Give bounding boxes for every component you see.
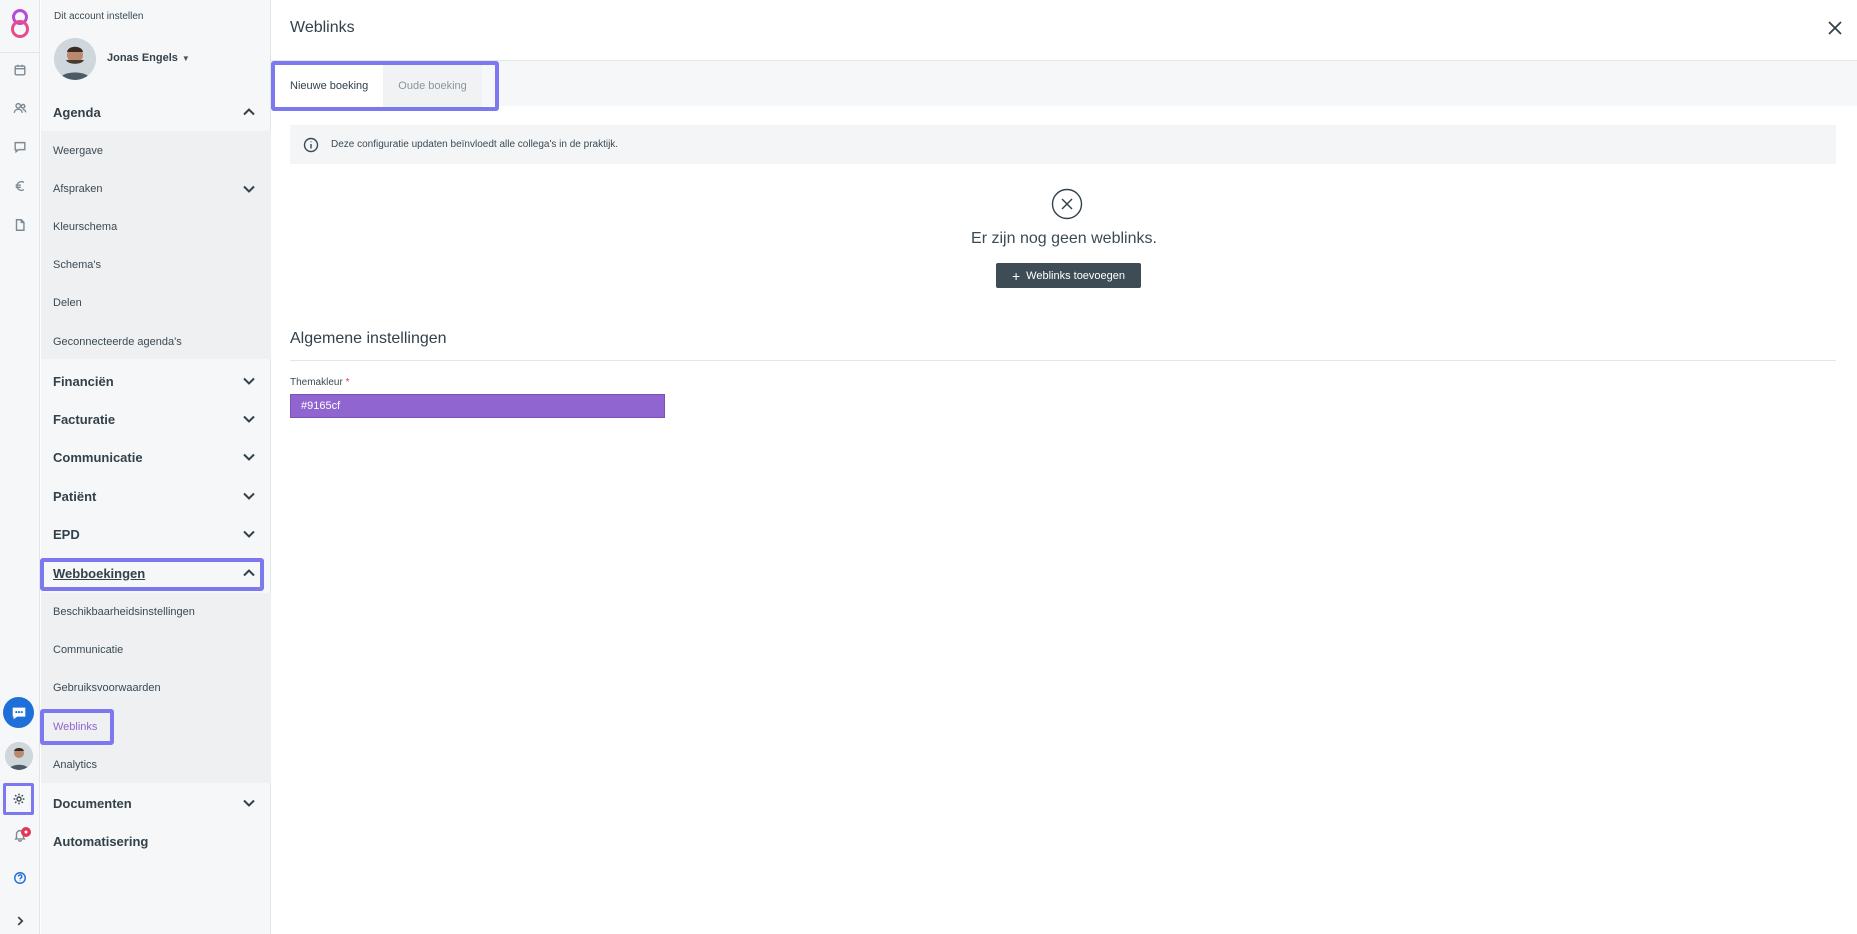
sidebar-item-kleurschema[interactable]: Kleurschema	[41, 208, 271, 246]
section-title: Algemene instellingen	[290, 330, 447, 347]
chevron-down-icon	[242, 374, 256, 388]
sidebar-item-analytics[interactable]: Analytics	[41, 746, 271, 784]
info-text: Deze configuratie updaten beïnvloedt all…	[331, 139, 619, 150]
tab-nieuwe-boeking[interactable]: Nieuwe boeking	[275, 65, 384, 107]
sidebar-section-label: Communicatie	[53, 449, 143, 465]
sidebar-item-label: Geconnecteerde agenda's	[53, 336, 182, 348]
chevron-down-icon	[242, 450, 256, 464]
expand-icon[interactable]	[8, 909, 32, 933]
account-user-name: Jonas Engels	[107, 52, 178, 64]
account-user-menu[interactable]: Jonas Engels ▼	[107, 52, 190, 64]
sidebar-section-label: Webboekingen	[53, 565, 146, 581]
theme-color-input[interactable]: #9165cf	[290, 394, 665, 418]
sidebar-item-weblinks[interactable]: Weblinks	[41, 708, 271, 746]
sidebar-item-label: Weergave	[53, 145, 103, 157]
chevron-down-icon	[242, 796, 256, 810]
account-setup-label: Dit account instellen	[54, 11, 144, 22]
gear-icon[interactable]	[3, 783, 34, 815]
sidebar-section-label: Automatisering	[53, 833, 149, 849]
chevron-right-icon: ›	[32, 760, 33, 770]
sidebar-item-label: Analytics	[53, 759, 98, 771]
chevron-down-icon	[242, 412, 256, 426]
sidebar-section-patient[interactable]: Patiënt	[41, 477, 271, 515]
sidebar-section-automatisering[interactable]: Automatisering	[41, 822, 271, 860]
avatar[interactable]: ›	[5, 742, 33, 770]
sidebar-section-label: Documenten	[53, 795, 132, 811]
account-avatar	[54, 38, 96, 80]
sidebar-item-weergave[interactable]: Weergave	[41, 132, 271, 170]
sidebar-item-schemas[interactable]: Schema's	[41, 246, 271, 284]
required-marker: *	[345, 377, 350, 388]
euro-icon[interactable]	[8, 174, 32, 198]
sidebar-item-afspraken[interactable]: Afspraken	[41, 170, 271, 208]
sidebar-section-label: EPD	[53, 526, 80, 542]
message-icon[interactable]	[8, 135, 32, 159]
sidebar-section-financien[interactable]: Financiën	[41, 362, 271, 400]
users-icon[interactable]	[8, 96, 32, 120]
sidebar-item-delen[interactable]: Delen	[41, 284, 271, 322]
chevron-down-icon	[242, 527, 256, 541]
sidebar-section-communicatie[interactable]: Communicatie	[41, 438, 271, 476]
chat-icon[interactable]	[3, 697, 34, 728]
sidebar-item-label: Schema's	[53, 259, 101, 271]
chevron-up-icon	[242, 105, 256, 119]
plus-icon: +	[1011, 267, 1021, 284]
app-logo[interactable]	[4, 6, 36, 40]
info-icon	[303, 137, 319, 152]
chevron-up-icon	[242, 566, 256, 580]
chevron-down-icon	[242, 489, 256, 503]
sidebar-item-gebruiksvoorwaarden[interactable]: Gebruiksvoorwaarden	[41, 669, 271, 707]
empty-state-x-icon	[1051, 188, 1083, 220]
caret-down-icon: ▼	[181, 54, 190, 63]
tab-oude-boeking[interactable]: Oude boeking	[383, 65, 482, 107]
sidebar-section-label: Financiën	[53, 373, 114, 389]
theme-color-label: Themakleur *	[290, 377, 350, 388]
main-panel: Weblinks Nieuwe boeking Oude boeking Dez…	[271, 0, 1857, 934]
sidebar-item-beschikbaarheidsinstellingen[interactable]: Beschikbaarheidsinstellingen	[41, 593, 271, 631]
calendar-icon[interactable]	[8, 58, 32, 82]
close-icon[interactable]	[1826, 19, 1844, 37]
help-icon[interactable]	[8, 866, 32, 890]
sidebar-section-label: Facturatie	[53, 411, 116, 427]
sidebar-section-epd[interactable]: EPD	[41, 515, 271, 553]
notification-badge: ●	[21, 827, 31, 837]
sidebar-item-label: Kleurschema	[53, 221, 118, 233]
page-title: Weblinks	[290, 19, 355, 36]
sidebar-section-agenda[interactable]: Agenda	[41, 93, 271, 131]
info-banner: Deze configuratie updaten beïnvloedt all…	[290, 125, 1836, 164]
sidebar-item-label: Afspraken	[53, 183, 103, 195]
document-icon[interactable]	[8, 213, 32, 237]
settings-sidebar: Dit account instellen Jonas Engels ▼ Agen…	[40, 0, 271, 934]
sidebar-section-label: Agenda	[53, 104, 101, 120]
chevron-down-icon	[242, 182, 256, 196]
section-divider	[290, 360, 1836, 361]
sidebar-section-documenten[interactable]: Documenten	[41, 784, 271, 822]
icon-rail: › ●	[0, 0, 40, 934]
sidebar-item-label: Weblinks	[53, 721, 98, 733]
add-weblinks-label: Weblinks toevoegen	[1026, 269, 1126, 282]
add-weblinks-button[interactable]: + Weblinks toevoegen	[996, 263, 1141, 288]
sidebar-item-label: Beschikbaarheidsinstellingen	[53, 606, 195, 618]
sidebar-item-label: Gebruiksvoorwaarden	[53, 682, 161, 694]
sidebar-section-label: Patiënt	[53, 488, 97, 504]
sidebar-item-geconnecteerde-agendas[interactable]: Geconnecteerde agenda's	[41, 323, 271, 361]
rail-divider	[0, 52, 40, 53]
sidebar-section-webboekingen[interactable]: Webboekingen	[41, 554, 271, 592]
sidebar-item-label: Delen	[53, 297, 82, 309]
sidebar-item-communicatie[interactable]: Communicatie	[41, 631, 271, 669]
empty-state-text: Er zijn nog geen weblinks.	[971, 230, 1157, 247]
sidebar-section-facturatie[interactable]: Facturatie	[41, 400, 271, 438]
theme-color-label-text: Themakleur	[290, 377, 343, 388]
sidebar-item-label: Communicatie	[53, 644, 124, 656]
tab-group: Nieuwe boeking Oude boeking	[271, 61, 499, 111]
tab-bar	[271, 61, 1857, 106]
